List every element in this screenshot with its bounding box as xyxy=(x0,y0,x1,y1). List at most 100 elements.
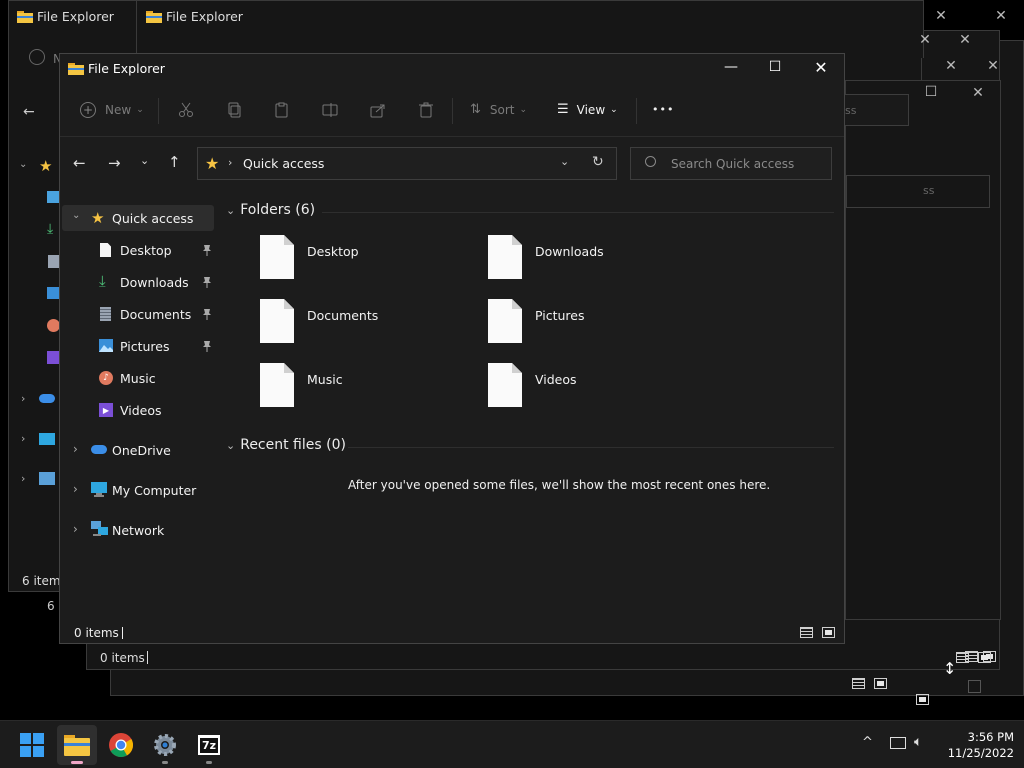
nav-item-documents[interactable]: Documents xyxy=(62,301,214,327)
taskbar-7zip[interactable]: 7z xyxy=(189,725,229,765)
close-button[interactable]: ✕ xyxy=(910,30,940,50)
volume-icon[interactable]: 🔈︎ xyxy=(914,734,922,750)
expand-chevron-icon[interactable]: ⌄ xyxy=(19,159,27,170)
sort-button[interactable]: ⇅ Sort ⌄ xyxy=(470,102,527,117)
details-view-icon[interactable] xyxy=(800,627,813,638)
toolbar-divider xyxy=(158,98,159,124)
search-box-fragment[interactable]: ss xyxy=(845,94,909,126)
tiles-view-icon[interactable] xyxy=(978,652,991,663)
file-icon xyxy=(488,363,522,407)
tiles-view-icon[interactable] xyxy=(874,678,887,689)
folders-section-header[interactable]: ⌄ Folders (6) xyxy=(226,202,315,218)
share-button[interactable] xyxy=(370,102,386,118)
nav-item-onedrive[interactable]: › OneDrive xyxy=(62,437,214,463)
more-options-button[interactable]: ••• xyxy=(652,103,674,116)
new-icon[interactable] xyxy=(29,49,45,65)
toolbar-divider xyxy=(636,98,637,124)
arrow-left-icon: ← xyxy=(73,154,86,172)
file-icon xyxy=(260,363,294,407)
nav-item-network[interactable]: › Network xyxy=(62,517,214,543)
expand-chevron-icon[interactable]: › xyxy=(73,442,78,456)
breadcrumb-location[interactable]: Quick access xyxy=(243,156,324,171)
expand-chevron-icon[interactable]: › xyxy=(21,432,25,445)
window-title: File Explorer xyxy=(37,9,114,24)
nav-item-quick-access[interactable]: ⌄ ★ Quick access xyxy=(62,205,214,231)
folder-label: Pictures xyxy=(535,308,585,323)
videos-icon: ▶ xyxy=(99,403,113,417)
up-button[interactable]: ↑ xyxy=(168,153,181,171)
folder-tile-downloads[interactable]: Downloads xyxy=(488,235,698,283)
pictures-icon xyxy=(99,339,113,352)
clock[interactable]: 3:56 PM 11/25/2022 xyxy=(944,729,1014,761)
close-button[interactable]: ✕ xyxy=(986,6,1016,26)
sort-icon: ⇅ xyxy=(470,102,481,117)
status-item-count: 0 items xyxy=(100,651,145,665)
nav-item-label: Quick access xyxy=(112,211,194,226)
taskbar-file-explorer[interactable] xyxy=(57,725,97,765)
folder-tile-videos[interactable]: Videos xyxy=(488,363,698,411)
chrome-icon xyxy=(109,733,133,757)
copy-button[interactable] xyxy=(226,102,242,118)
rename-button[interactable] xyxy=(322,102,340,118)
view-button[interactable]: ☰ View ⌄ xyxy=(557,102,618,117)
nav-item-downloads[interactable]: ⤓ Downloads xyxy=(62,269,214,295)
close-button[interactable]: ✕ xyxy=(950,30,980,50)
paste-button[interactable] xyxy=(274,102,290,118)
taskbar-settings[interactable] xyxy=(145,725,185,765)
minimize-button[interactable]: — xyxy=(716,57,746,77)
recent-files-section-header[interactable]: ⌄ Recent files (0) xyxy=(226,437,346,453)
expand-chevron-icon[interactable]: › xyxy=(73,482,78,496)
nav-item-videos[interactable]: ▶ Videos xyxy=(62,397,214,423)
tiles-view-icon[interactable] xyxy=(916,694,929,705)
folder-tile-pictures[interactable]: Pictures xyxy=(488,299,698,347)
back-arrow-icon[interactable]: ← xyxy=(23,104,35,120)
delete-button[interactable] xyxy=(418,102,434,118)
address-bar[interactable]: ★ › Quick access ⌄ ↻ xyxy=(197,147,617,180)
running-indicator xyxy=(162,761,168,764)
copy-icon xyxy=(228,102,241,118)
start-button[interactable] xyxy=(12,725,52,765)
close-button[interactable]: ✕ xyxy=(806,57,836,77)
search-input[interactable]: Search Quick access xyxy=(671,157,794,171)
recent-locations-button[interactable]: ⌄ xyxy=(140,154,149,167)
close-button[interactable]: ✕ xyxy=(978,56,1008,76)
taskbar-chrome[interactable] xyxy=(101,725,141,765)
nav-item-music[interactable]: ♪ Music xyxy=(62,365,214,391)
chevron-up-icon: ^ xyxy=(862,735,873,750)
nav-item-my-computer[interactable]: › My Computer xyxy=(62,477,214,503)
refresh-icon[interactable]: ↻ xyxy=(592,154,604,170)
nav-item-desktop[interactable]: Desktop xyxy=(62,237,214,263)
search-box-fragment[interactable]: ss xyxy=(846,175,990,208)
search-icon xyxy=(645,156,656,167)
folder-tile-desktop[interactable]: Desktop xyxy=(260,235,470,283)
toolbar-divider xyxy=(452,98,453,124)
close-button[interactable]: ✕ xyxy=(926,6,956,26)
nav-item-pictures[interactable]: Pictures xyxy=(62,333,214,359)
folder-tile-music[interactable]: Music xyxy=(260,363,470,411)
cut-button[interactable] xyxy=(178,102,194,118)
expand-chevron-icon[interactable]: › xyxy=(73,522,78,536)
close-button[interactable]: ✕ xyxy=(963,83,993,103)
details-view-icon[interactable] xyxy=(956,652,969,663)
close-button[interactable]: ✕ xyxy=(936,56,966,76)
search-box[interactable]: Search Quick access xyxy=(630,147,832,180)
forward-button[interactable]: → xyxy=(108,154,121,172)
expand-chevron-icon[interactable]: › xyxy=(21,472,25,485)
chevron-down-icon: ⌄ xyxy=(136,105,144,115)
details-view-icon[interactable] xyxy=(852,678,865,689)
new-button[interactable]: + New ⌄ xyxy=(80,102,144,118)
share-icon xyxy=(370,104,385,118)
folder-label: Downloads xyxy=(535,244,604,259)
show-hidden-icons-button[interactable]: ^ xyxy=(862,735,873,750)
breadcrumb-chevron-icon: › xyxy=(228,156,233,169)
expand-chevron-icon[interactable]: › xyxy=(21,392,25,405)
folder-tile-documents[interactable]: Documents xyxy=(260,299,470,347)
network-status-icon[interactable] xyxy=(890,737,906,749)
address-dropdown-icon[interactable]: ⌄ xyxy=(560,155,569,168)
collapse-chevron-icon[interactable]: ⌄ xyxy=(72,210,80,221)
computer-icon xyxy=(91,482,107,497)
back-button[interactable]: ← xyxy=(73,154,86,172)
maximize-button[interactable]: ☐ xyxy=(916,82,946,102)
maximize-button[interactable]: ☐ xyxy=(760,57,790,77)
tiles-view-icon[interactable] xyxy=(822,627,835,638)
